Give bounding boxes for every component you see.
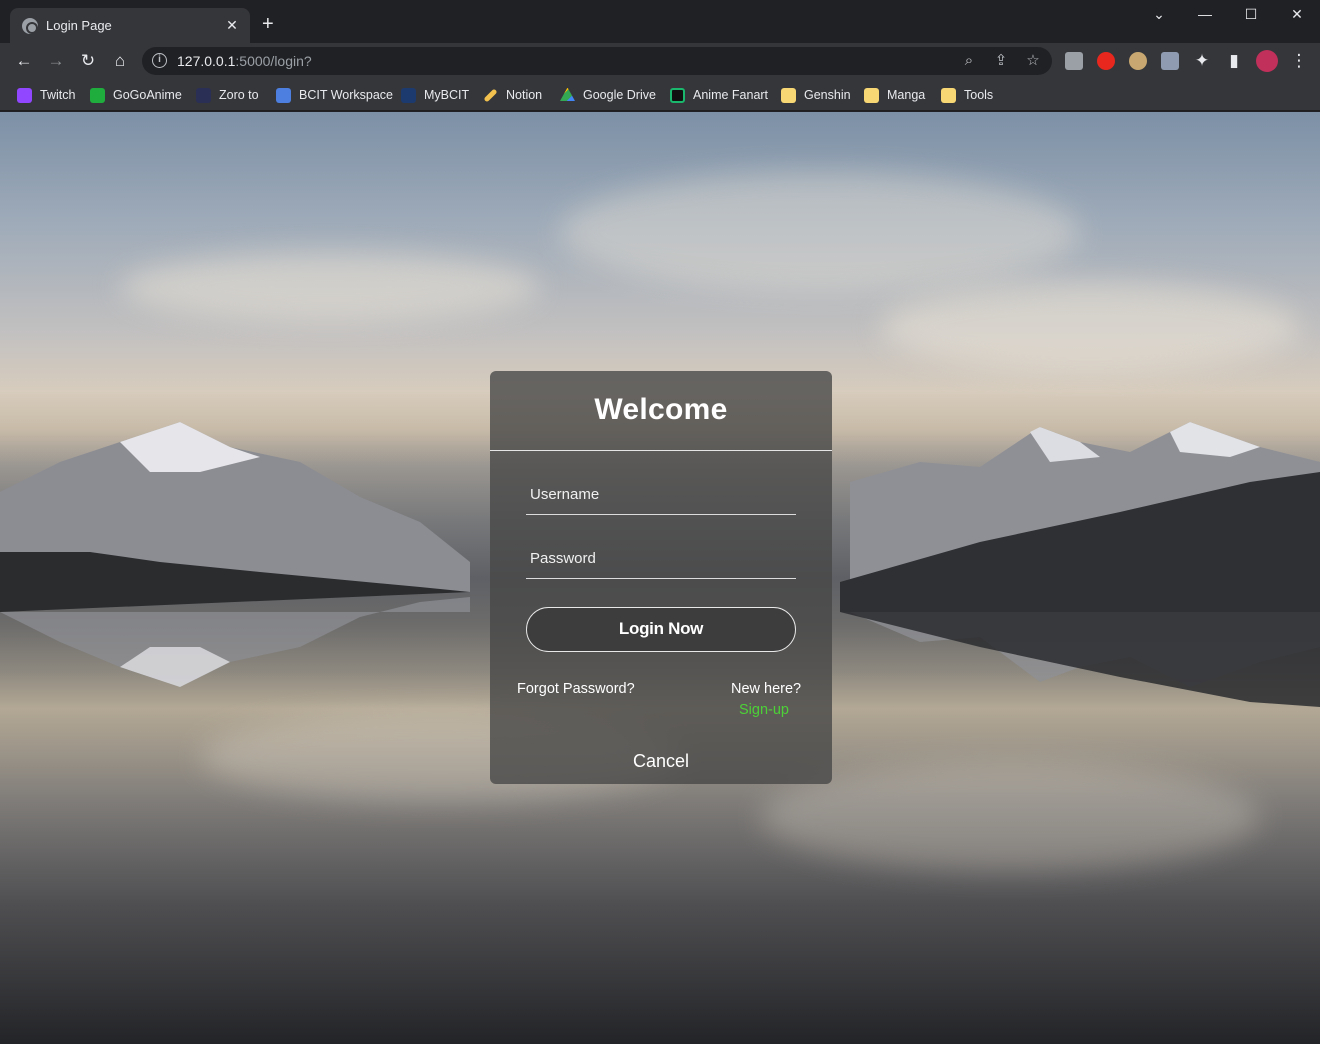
back-button[interactable]: ←	[14, 51, 34, 71]
reload-button[interactable]: ↻	[78, 51, 98, 71]
bookmarks-bar: Twitch GoGoAnime Zoro to BCIT Workspace …	[0, 79, 1320, 111]
folder-icon	[941, 87, 956, 103]
globe-icon	[22, 17, 38, 34]
gogoanime-icon	[90, 87, 105, 103]
title-divider	[490, 450, 832, 451]
signup-link[interactable]: Sign-up	[739, 702, 789, 718]
password-placeholder: Password	[530, 550, 596, 567]
bookmark-gogoanime[interactable]: GoGoAnime	[90, 86, 182, 104]
cloud	[120, 252, 540, 322]
twitch-icon	[17, 87, 32, 103]
bookmark-label: Manga	[887, 88, 926, 102]
side-panel-icon[interactable]: ▮	[1224, 51, 1244, 71]
home-button[interactable]: ⌂	[110, 51, 130, 71]
bookmark-twitch[interactable]: Twitch	[17, 86, 75, 104]
browser-toolbar: ← → ↻ ⌂ i 127.0.0.1:5000/login? ⌕ ⇪ ☆ ✦ …	[0, 43, 1320, 79]
cloud	[880, 282, 1300, 372]
lock-icon	[276, 87, 291, 103]
bcit-icon	[401, 87, 416, 103]
cancel-button[interactable]: Cancel	[490, 751, 832, 772]
bookmark-anime-fanart[interactable]: Anime Fanart	[670, 86, 768, 104]
new-here-label: New here?	[731, 681, 802, 697]
browser-title-bar: Login Page ✕ + ⌄ — ☐ ✕	[0, 0, 1320, 43]
zoro-icon	[196, 87, 211, 103]
bookmark-label: BCIT Workspace	[299, 88, 394, 102]
forgot-password-link[interactable]: Forgot Password?	[517, 681, 635, 697]
site-info-icon[interactable]: i	[152, 53, 167, 68]
bookmark-label: Genshin	[804, 88, 851, 102]
bookmark-label: MyBCIT	[424, 88, 470, 102]
tab-search-button[interactable]: ⌄	[1144, 6, 1174, 23]
bookmark-manga[interactable]: Manga	[864, 86, 925, 104]
extension-notes-icon[interactable]	[1065, 52, 1083, 70]
login-card: Welcome Username Password Login Now Forg…	[490, 371, 832, 784]
bookmark-genshin[interactable]: Genshin	[781, 86, 851, 104]
pencil-icon	[483, 87, 498, 103]
tab-title: Login Page	[46, 18, 112, 33]
share-icon[interactable]: ⇪	[992, 52, 1010, 70]
url-host: 127.0.0.1	[177, 53, 236, 69]
bookmark-tools[interactable]: Tools	[941, 86, 993, 104]
tab-login-page[interactable]: Login Page ✕	[10, 8, 250, 43]
folder-icon	[781, 87, 796, 103]
address-bar[interactable]: i 127.0.0.1:5000/login? ⌕ ⇪ ☆	[142, 47, 1052, 75]
fanart-icon	[670, 87, 685, 103]
username-field[interactable]: Username	[526, 485, 796, 515]
folder-icon	[864, 87, 879, 103]
url-path: :5000/login?	[235, 53, 312, 69]
bookmark-label: Zoro to	[219, 88, 259, 102]
google-drive-icon	[560, 87, 575, 101]
cloud	[560, 172, 1080, 292]
maximize-button[interactable]: ☐	[1236, 6, 1266, 23]
new-tab-button[interactable]: +	[262, 14, 274, 34]
page-viewport: Welcome Username Password Login Now Forg…	[0, 112, 1320, 1044]
bookmark-google-drive[interactable]: Google Drive	[560, 86, 656, 104]
bookmark-notion[interactable]: Notion	[483, 86, 542, 104]
menu-kebab-icon[interactable]: ⋮	[1289, 51, 1309, 71]
extension-owl-icon[interactable]	[1129, 52, 1147, 70]
zoom-icon[interactable]: ⌕	[960, 52, 978, 70]
extension-adblock-icon[interactable]	[1097, 52, 1115, 70]
bookmark-mybcit[interactable]: MyBCIT	[401, 86, 469, 104]
bookmark-label: Notion	[506, 88, 543, 102]
minimize-button[interactable]: —	[1190, 6, 1220, 22]
profile-avatar[interactable]	[1256, 50, 1278, 72]
bookmark-label: Google Drive	[583, 88, 656, 102]
bookmark-label: Twitch	[40, 88, 76, 102]
close-window-button[interactable]: ✕	[1282, 6, 1312, 23]
page-title: Welcome	[594, 393, 728, 426]
extension-window-icon[interactable]	[1161, 52, 1179, 70]
bookmark-label: Anime Fanart	[693, 88, 769, 102]
tab-close-icon[interactable]: ✕	[224, 17, 240, 34]
login-button[interactable]: Login Now	[526, 607, 796, 652]
password-field[interactable]: Password	[526, 549, 796, 579]
bookmark-label: GoGoAnime	[113, 88, 182, 102]
forward-button[interactable]: →	[46, 51, 66, 71]
bookmark-label: Tools	[964, 88, 994, 102]
address-url[interactable]: 127.0.0.1:5000/login?	[177, 53, 312, 69]
bookmark-bcit-workspace[interactable]: BCIT Workspace	[276, 86, 393, 104]
bookmark-star-icon[interactable]: ☆	[1024, 52, 1042, 70]
extensions-puzzle-icon[interactable]: ✦	[1192, 51, 1212, 71]
bookmark-zoro[interactable]: Zoro to	[196, 86, 259, 104]
username-placeholder: Username	[530, 486, 600, 503]
